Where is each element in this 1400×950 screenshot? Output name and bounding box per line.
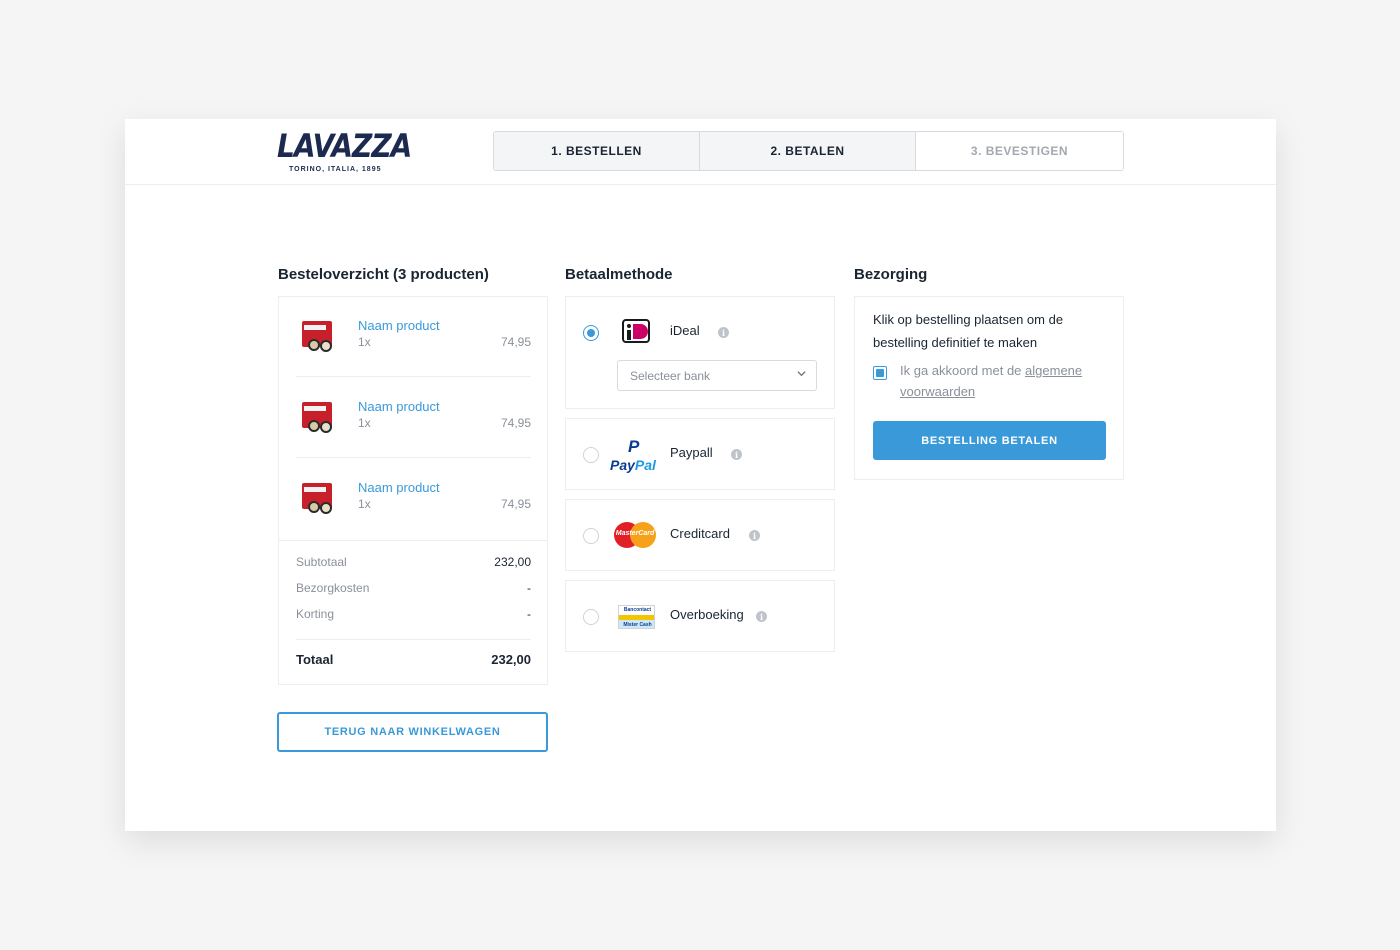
info-icon[interactable]: i: [731, 449, 742, 460]
terms-prefix: Ik ga akkoord met de: [900, 363, 1022, 378]
payment-option-ideal[interactable]: iDeal i Selecteer bank: [565, 296, 835, 409]
mastercard-logo-icon: MasterCard: [614, 522, 656, 548]
bank-select[interactable]: Selecteer bank: [617, 360, 817, 391]
logo-wordmark: LAVAZZA: [277, 127, 412, 165]
paypal-radio[interactable]: [583, 447, 599, 463]
product-name-link[interactable]: Naam product: [358, 480, 440, 495]
product-image: [300, 402, 338, 434]
subtotal-label: Subtotaal: [296, 555, 347, 569]
subtotal-row: Subtotaal 232,00: [296, 555, 531, 569]
shipping-row: Bezorgkosten -: [296, 581, 531, 595]
order-totals: Subtotaal 232,00 Bezorgkosten - Korting …: [279, 540, 547, 685]
overboeking-label: Overboeking: [670, 607, 744, 622]
back-to-cart-button[interactable]: TERUG NAAR WINKELWAGEN: [277, 712, 548, 752]
step-bestellen[interactable]: 1. BESTELLEN: [494, 132, 700, 170]
shipping-label: Bezorgkosten: [296, 581, 370, 595]
shipping-value: -: [527, 581, 531, 595]
info-icon[interactable]: i: [718, 327, 729, 338]
total-label: Totaal: [296, 652, 334, 667]
checkout-card: LAVAZZA TORINO, ITALIA, 1895 1. BESTELLE…: [125, 119, 1276, 831]
order-overview-box: Naam product 1x 74,95 Naam product 1x 74…: [278, 296, 548, 685]
lavazza-logo[interactable]: LAVAZZA TORINO, ITALIA, 1895: [277, 127, 412, 177]
overboeking-radio[interactable]: [583, 609, 599, 625]
paypal-mark: P: [628, 437, 640, 456]
info-icon[interactable]: i: [749, 530, 760, 541]
product-qty: 1x: [358, 416, 371, 430]
delivery-title: Bezorging: [854, 266, 928, 283]
discount-label: Korting: [296, 607, 335, 621]
discount-row: Korting -: [296, 607, 531, 621]
discount-value: -: [527, 607, 531, 621]
payment-option-overboeking[interactable]: Bancontact Mister Cash Overboeking i: [565, 580, 835, 652]
ideal-logo-icon: [622, 319, 650, 343]
info-icon[interactable]: i: [756, 611, 767, 622]
step-betalen[interactable]: 2. BETALEN: [700, 132, 916, 170]
bancontact-logo-icon: Bancontact Mister Cash: [618, 605, 655, 629]
product-price: 74,95: [500, 335, 531, 349]
paypal-wordmark: PayPal: [610, 457, 656, 473]
step-bevestigen: 3. BEVESTIGEN: [916, 132, 1123, 170]
delivery-box: Klik op bestelling plaatsen om de bestel…: [854, 296, 1124, 480]
delivery-instruction: Klik op bestelling plaatsen om de bestel…: [873, 312, 1064, 350]
totals-divider: [296, 639, 531, 640]
checkout-steps: 1. BESTELLEN 2. BETALEN 3. BEVESTIGEN: [493, 131, 1124, 171]
product-qty: 1x: [358, 335, 371, 349]
product-name-link[interactable]: Naam product: [358, 399, 440, 414]
order-overview-title: Besteloverzicht (3 producten): [278, 266, 489, 283]
payment-option-paypal[interactable]: P PayPal Paypall i: [565, 418, 835, 490]
paypal-label: Paypall: [670, 445, 713, 460]
terms-checkbox[interactable]: [873, 366, 887, 380]
mastercard-text: MasterCard: [615, 530, 655, 537]
order-item: Naam product 1x 74,95: [296, 378, 531, 458]
product-name-link[interactable]: Naam product: [358, 318, 440, 333]
creditcard-label: Creditcard: [670, 526, 730, 541]
product-image: [300, 483, 338, 515]
pay-order-button[interactable]: BESTELLING BETALEN: [873, 421, 1106, 460]
chevron-down-icon: [797, 371, 806, 377]
logo-tagline: TORINO, ITALIA, 1895: [289, 166, 382, 173]
product-image: [300, 321, 338, 353]
product-qty: 1x: [358, 497, 371, 511]
payment-method-title: Betaalmethode: [565, 266, 673, 283]
terms-agreement: Ik ga akkoord met de algemene voorwaarde…: [900, 360, 1110, 402]
total-row: Totaal 232,00: [296, 652, 531, 667]
total-value: 232,00: [491, 652, 531, 667]
order-item: Naam product 1x 74,95: [296, 459, 531, 539]
product-price: 74,95: [500, 416, 531, 430]
ideal-label: iDeal: [670, 323, 700, 338]
payment-option-creditcard[interactable]: MasterCard Creditcard i: [565, 499, 835, 571]
header-bar: LAVAZZA TORINO, ITALIA, 1895 1. BESTELLE…: [125, 119, 1276, 185]
subtotal-value: 232,00: [494, 555, 531, 569]
creditcard-radio[interactable]: [583, 528, 599, 544]
bank-select-placeholder: Selecteer bank: [630, 368, 711, 383]
ideal-radio[interactable]: [583, 325, 599, 341]
order-item: Naam product 1x 74,95: [296, 297, 531, 377]
paypal-logo-icon: P PayPal: [610, 437, 662, 475]
product-price: 74,95: [500, 497, 531, 511]
